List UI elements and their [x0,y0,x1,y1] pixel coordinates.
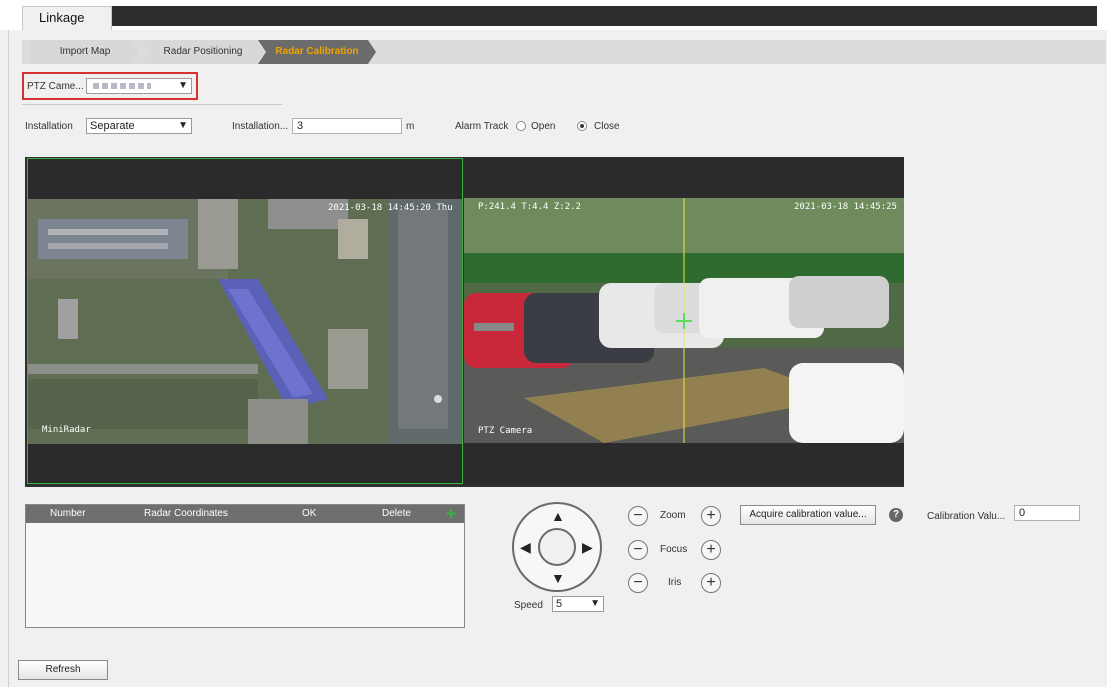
focus-label: Focus [660,544,688,555]
divider [22,104,282,105]
ptz-camera-blurred-value [93,83,151,89]
add-row-icon[interactable]: ✚ [446,507,456,521]
installation-mode-select[interactable]: Separate ▼ [86,118,192,134]
table-header: Number Radar Coordinates OK Delete ✚ [26,505,464,523]
tab-linkage[interactable]: Linkage [22,6,112,30]
column-ok: OK [302,508,317,519]
radar-map-view[interactable]: 2021-03-18 14:45:20 Thu MiniRadar [27,158,463,484]
arrow-right-icon[interactable]: ▶ [582,539,593,556]
column-radar-coordinates: Radar Coordinates [144,508,228,519]
calibration-value-input[interactable]: 0 [1014,505,1080,521]
arrow-left-icon[interactable]: ◀ [520,539,531,556]
installation-height-input[interactable]: 3 [292,118,402,134]
iris-close-button[interactable]: − [628,573,648,593]
speed-label: Speed [514,600,543,611]
radar-map-image: 2021-03-18 14:45:20 Thu MiniRadar [28,199,462,444]
ptz-position-readout: P:241.4 T:4.4 Z:2.2 [478,202,581,212]
zoom-label: Zoom [660,510,686,521]
column-number: Number [50,508,86,519]
radar-caption: MiniRadar [42,425,91,435]
acquire-calibration-button[interactable]: Acquire calibration value... [740,505,876,525]
tab-radar-calibration[interactable]: Radar Calibration [258,40,376,64]
focus-near-button[interactable]: − [628,540,648,560]
parking-lot-graphic [464,198,904,443]
iris-label: Iris [668,577,682,588]
installation-height-label: Installation... [232,121,289,132]
calibration-table: Number Radar Coordinates OK Delete ✚ [25,504,465,628]
top-bar [0,0,1107,30]
help-icon[interactable]: ? [889,508,903,522]
sub-tab-bar: Import Map Radar Positioning Radar Calib… [22,40,1106,64]
arrow-down-icon[interactable]: ▼ [551,570,565,586]
arrow-up-icon[interactable]: ▲ [551,508,565,524]
installation-mode-label: Installation [25,121,73,132]
refresh-button[interactable]: Refresh [18,660,108,680]
tab-import-map[interactable]: Import Map [30,40,140,64]
calibration-value-label: Calibration Valu... [927,511,1006,522]
alarm-track-close-radio[interactable] [577,121,587,131]
zoom-out-button[interactable]: − [628,506,648,526]
ptz-timestamp: 2021-03-18 14:45:25 [794,202,897,212]
tab-radar-positioning[interactable]: Radar Positioning [142,40,264,64]
alarm-track-label: Alarm Track [455,121,509,132]
installation-height-unit: m [406,121,415,132]
focus-far-button[interactable]: + [701,540,721,560]
ptz-camera-select[interactable]: ▼ [86,78,192,94]
speed-value: 5 [556,598,563,610]
column-delete: Delete [382,508,411,519]
alarm-track-open-label: Open [531,121,556,132]
chevron-down-icon: ▼ [178,120,188,131]
chevron-down-icon: ▼ [178,80,188,91]
ptz-camera-image: P:241.4 T:4.4 Z:2.2 2021-03-18 14:45:25 … [464,198,904,443]
top-bar-strip [112,6,1097,26]
ptz-direction-pad: ▲ ▼ ◀ ▶ [512,502,602,592]
alarm-track-close-label: Close [594,121,620,132]
radar-timestamp: 2021-03-18 14:45:20 Thu [328,203,453,213]
zoom-in-button[interactable]: + [701,506,721,526]
ptz-camera-label: PTZ Came... [27,81,84,92]
aerial-map-graphic [28,199,462,444]
installation-mode-value: Separate [90,120,135,132]
ptz-caption: PTZ Camera [478,426,533,436]
ptz-camera-view[interactable]: P:241.4 T:4.4 Z:2.2 2021-03-18 14:45:25 … [464,158,904,484]
speed-select[interactable]: 5 ▼ [552,596,604,612]
ptz-center-button[interactable] [538,528,576,566]
chevron-down-icon: ▼ [590,598,600,609]
alarm-track-open-radio[interactable] [516,121,526,131]
iris-open-button[interactable]: + [701,573,721,593]
